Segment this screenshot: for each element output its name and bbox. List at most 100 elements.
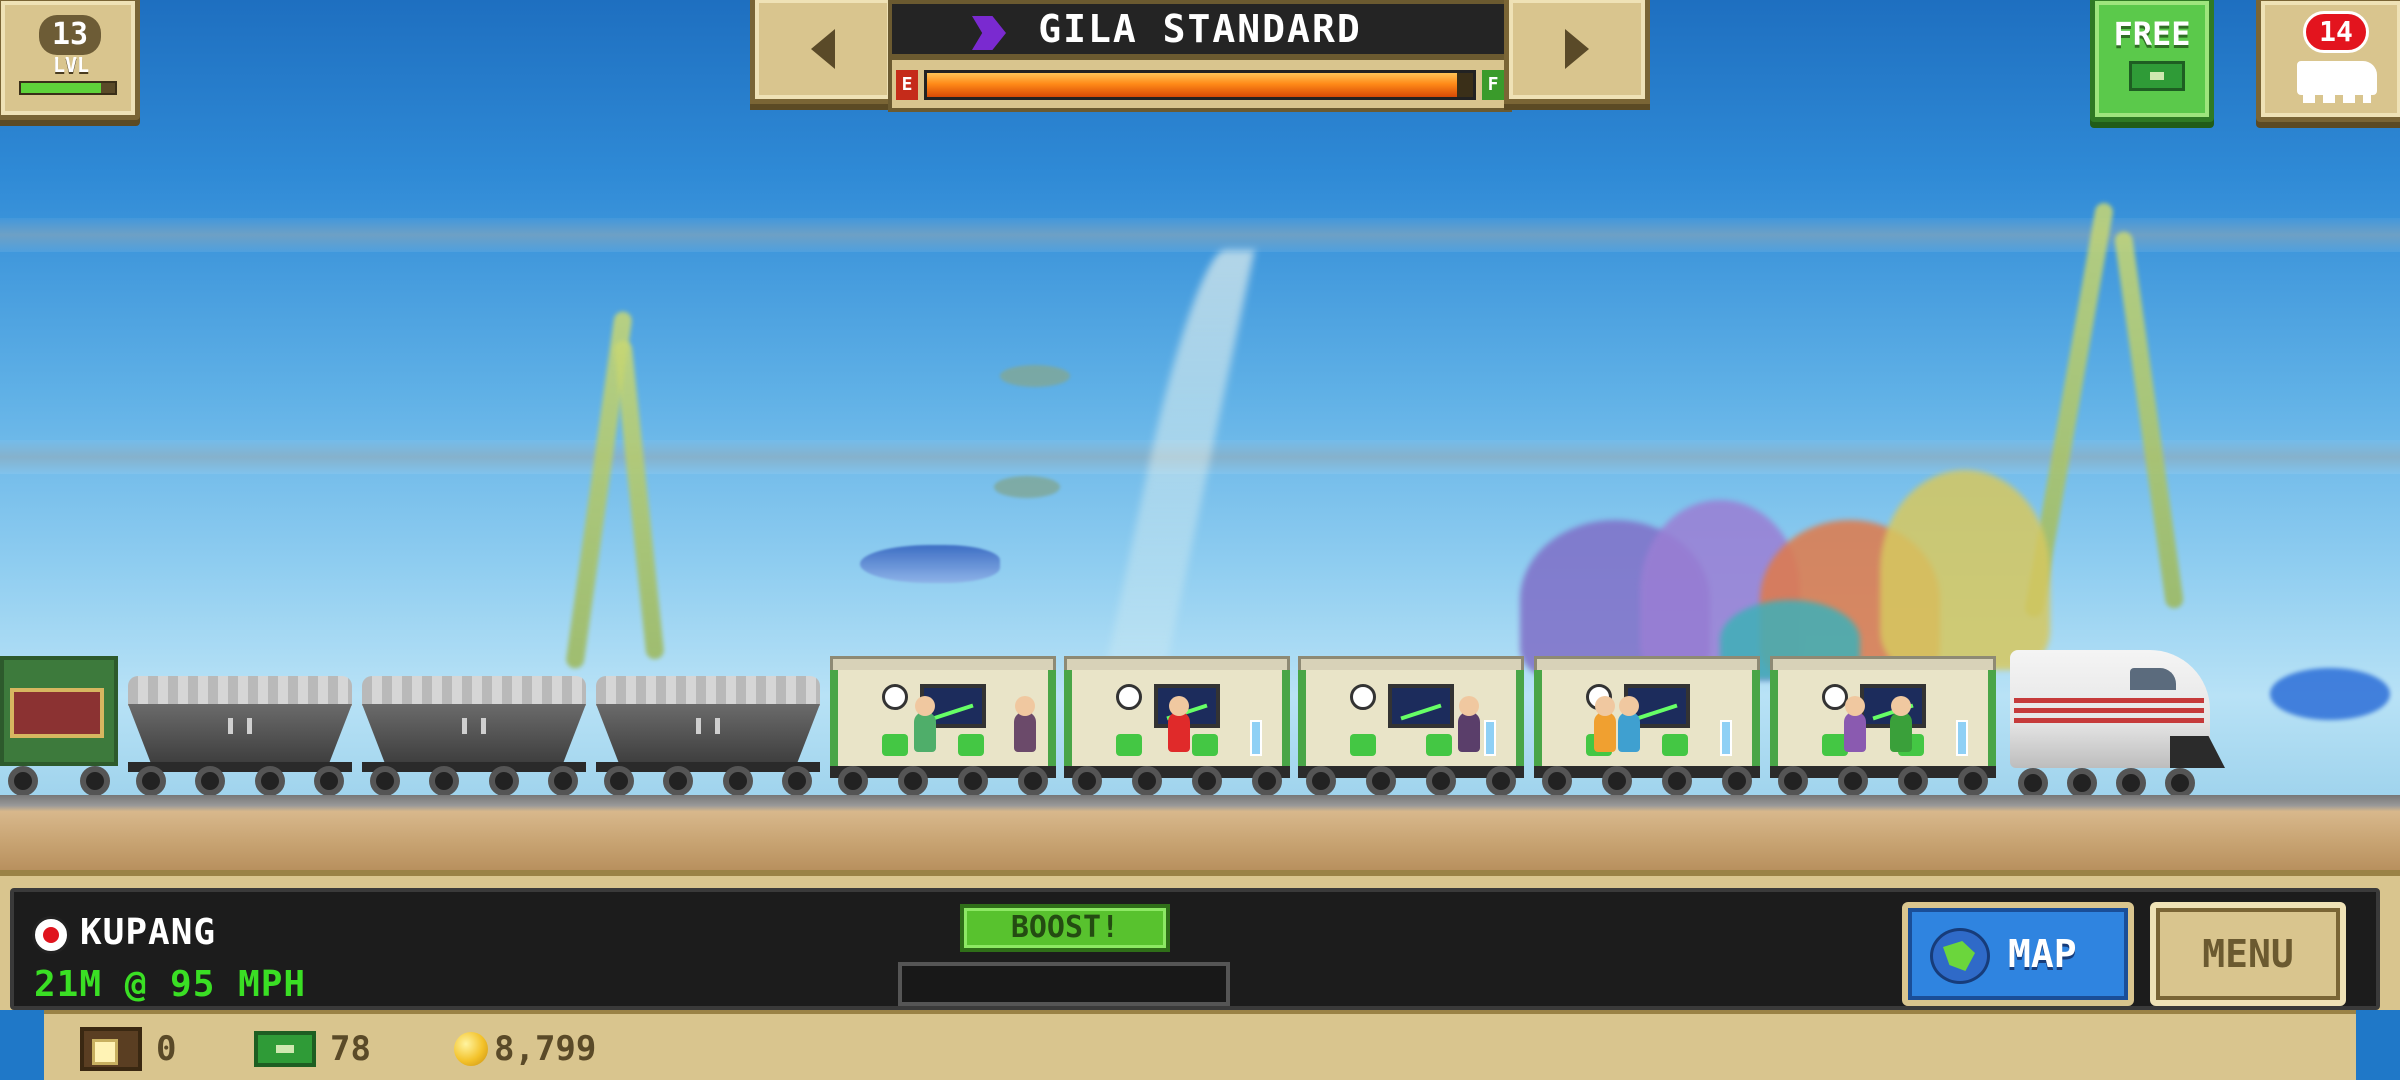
wheel xyxy=(195,766,226,796)
wheel xyxy=(663,766,694,796)
wheel xyxy=(313,766,344,796)
wheel xyxy=(1366,766,1396,796)
station-marker-icon xyxy=(32,916,70,954)
arrow-right-icon xyxy=(1565,29,1589,69)
office-chair xyxy=(1426,734,1452,756)
locomotive xyxy=(2010,650,2225,798)
wheels xyxy=(1072,766,1282,796)
crate-icon xyxy=(80,1027,142,1071)
wheel xyxy=(1072,766,1102,796)
passenger xyxy=(1458,696,1480,752)
caboose-window xyxy=(10,688,104,738)
office-chair xyxy=(1350,734,1376,756)
seaweed xyxy=(613,339,665,661)
wheels xyxy=(1778,766,1988,796)
gravel-load xyxy=(362,676,586,706)
wheel xyxy=(781,766,812,796)
caboose-car xyxy=(0,656,118,796)
status-panel: KUPANG 21M @ 95 MPH BOOST! MAP MENU xyxy=(0,870,2400,1010)
previous-train-button[interactable] xyxy=(750,0,896,104)
wheel xyxy=(136,766,166,796)
train-selector: GILA STANDARD E F xyxy=(750,0,1650,118)
wheel xyxy=(8,766,38,796)
office-chair xyxy=(1662,734,1688,756)
locomotive-cowcatcher xyxy=(2170,736,2225,768)
wheel xyxy=(547,766,578,796)
passenger xyxy=(1844,696,1866,752)
level-badge[interactable]: 13 LVL xyxy=(0,0,140,120)
wheel xyxy=(958,766,988,796)
train-icon xyxy=(2297,61,2377,103)
wheel xyxy=(1602,766,1632,796)
wheel xyxy=(1898,766,1928,796)
fuel-full-label: F xyxy=(1482,70,1504,100)
wheel xyxy=(80,766,110,796)
free-bux-button[interactable]: FREE xyxy=(2090,0,2214,122)
office-car xyxy=(1770,656,1996,796)
menu-button[interactable]: MENU xyxy=(2150,902,2346,1006)
blue-fish xyxy=(2270,668,2390,720)
office-body xyxy=(1298,670,1524,770)
wheel xyxy=(1722,766,1752,796)
office-body xyxy=(830,670,1056,770)
fish xyxy=(994,476,1060,498)
train-name-plate[interactable]: GILA STANDARD xyxy=(888,0,1512,58)
next-train-button[interactable] xyxy=(1504,0,1650,104)
hopper-car xyxy=(362,676,586,796)
xp-bar xyxy=(19,81,117,95)
underwater-scene xyxy=(0,0,2400,870)
wheel xyxy=(2018,768,2048,798)
hopper-car xyxy=(596,676,820,796)
train-name: GILA STANDARD xyxy=(1038,7,1362,51)
office-car xyxy=(830,656,1056,796)
water-cooler xyxy=(1250,720,1262,756)
fuel-track xyxy=(924,70,1476,100)
chart-monitor xyxy=(1388,684,1454,728)
wheel xyxy=(1018,766,1048,796)
crates-value: 0 xyxy=(156,1029,177,1069)
boost-button[interactable]: BOOST! xyxy=(960,904,1170,952)
wheel xyxy=(370,766,400,796)
track-bed xyxy=(0,795,2400,870)
boost-progress-bar xyxy=(898,962,1230,1006)
wheels xyxy=(2018,768,2195,798)
wheel xyxy=(1662,766,1692,796)
resource-bar: 0 78 8,799 xyxy=(44,1010,2356,1080)
wheels xyxy=(838,766,1048,796)
wheel xyxy=(2116,768,2146,798)
office-car xyxy=(1064,656,1290,796)
passenger xyxy=(914,696,936,752)
bux-icon xyxy=(254,1031,316,1067)
crates-counter: 0 xyxy=(80,1026,176,1072)
free-label: FREE xyxy=(2113,15,2191,53)
wheels xyxy=(136,766,344,796)
wheel xyxy=(1426,766,1456,796)
wheel xyxy=(1132,766,1162,796)
locomotive-stripe xyxy=(2014,708,2204,713)
coins-value: 8,799 xyxy=(494,1029,597,1069)
distance-speed-readout: 21M @ 95 MPH xyxy=(34,964,307,1005)
fuel-gauge: E F xyxy=(888,56,1512,112)
station-name: KUPANG xyxy=(80,912,217,953)
wheel xyxy=(1778,766,1808,796)
wheel xyxy=(488,766,519,796)
hopper-mark xyxy=(696,718,720,734)
map-button[interactable]: MAP xyxy=(1902,902,2134,1006)
wheel xyxy=(898,766,928,796)
locomotive-window xyxy=(2130,668,2176,690)
wheels xyxy=(604,766,812,796)
passenger xyxy=(1618,696,1640,752)
clock-icon xyxy=(1350,684,1376,710)
cash-icon xyxy=(2129,61,2185,91)
gravel-load xyxy=(128,676,352,706)
water-cooler xyxy=(1484,720,1496,756)
office-chair xyxy=(1192,734,1218,756)
coin-icon xyxy=(454,1032,488,1066)
office-car xyxy=(1298,656,1524,796)
wheel xyxy=(1486,766,1516,796)
office-chair xyxy=(958,734,984,756)
trains-button[interactable]: 14 xyxy=(2256,0,2400,122)
wheel xyxy=(429,766,460,796)
passenger xyxy=(1014,696,1036,752)
arrow-left-icon xyxy=(811,29,835,69)
